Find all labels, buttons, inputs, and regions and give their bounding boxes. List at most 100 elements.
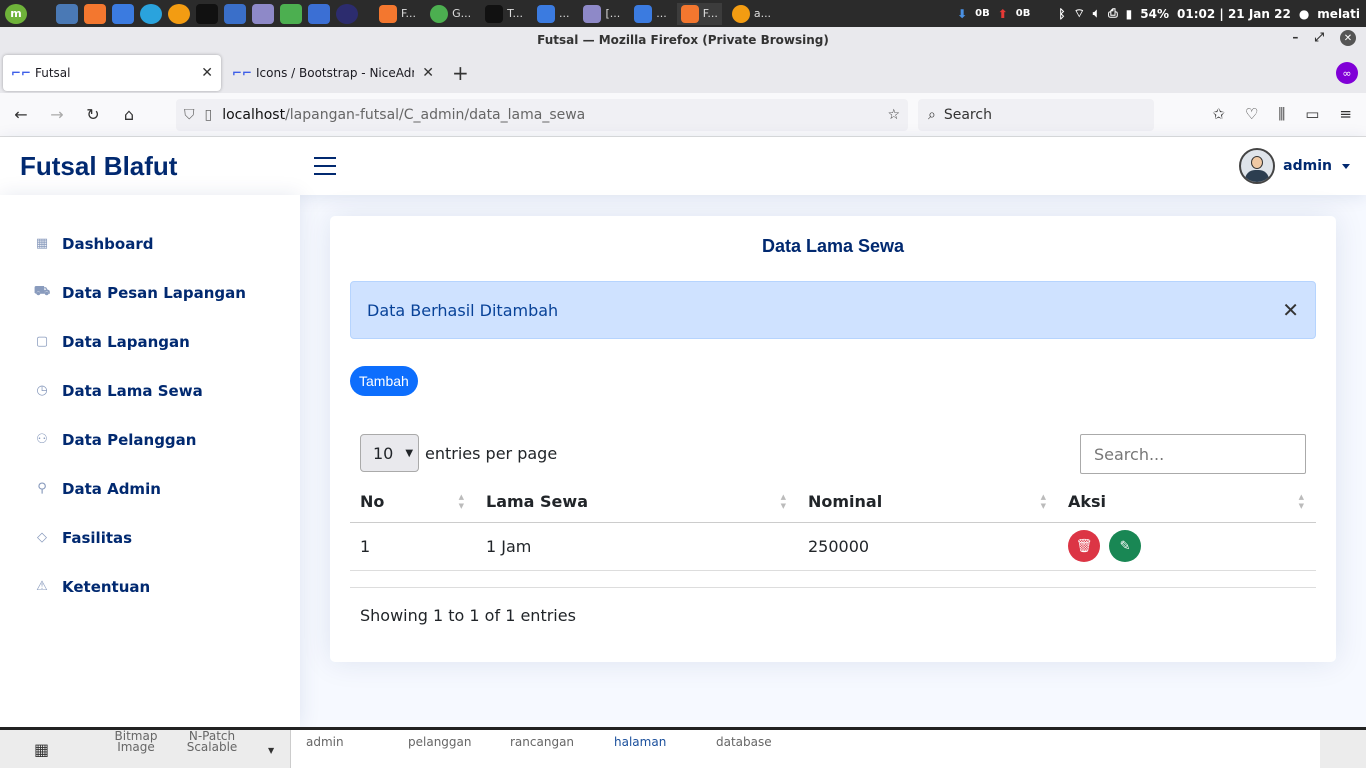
- close-window-icon[interactable]: ✕: [1340, 30, 1356, 46]
- back-icon[interactable]: ←: [6, 105, 36, 124]
- minimize-icon[interactable]: –: [1292, 30, 1298, 46]
- library-icon[interactable]: ⫼: [1278, 105, 1285, 123]
- edit-button[interactable]: ✎: [1109, 530, 1142, 562]
- bluetooth-icon[interactable]: ᛒ: [1058, 7, 1065, 21]
- forward-icon[interactable]: →: [42, 105, 72, 124]
- net-up-value: 0B: [1015, 8, 1031, 19]
- calculator-icon[interactable]: [280, 3, 302, 24]
- delete-button[interactable]: 🗑︎: [1068, 530, 1100, 562]
- restore-icon[interactable]: ⤢: [1314, 30, 1324, 46]
- camera-icon[interactable]: [224, 3, 246, 24]
- sidebar-item-fasilitas[interactable]: ◇ Fasilitas: [0, 513, 300, 562]
- table-search-input[interactable]: Search...: [1080, 434, 1306, 474]
- add-button[interactable]: Tambah: [350, 366, 418, 396]
- column-header-no[interactable]: No ▲ ▼: [350, 482, 476, 523]
- sidebar-item-data-pelanggan[interactable]: ⚇ Data Pelanggan: [0, 415, 300, 464]
- search-icon: ⌕: [928, 107, 936, 123]
- tasks-icon[interactable]: [308, 3, 330, 24]
- npatch-label: N-Patch Scalable: [186, 729, 238, 754]
- url-host: localhost: [222, 107, 286, 123]
- navigation-toolbar: ← → ↻ ⌂ ⛉ ▯ localhost/lapangan-futsal/C_…: [0, 93, 1366, 137]
- tab-close-icon[interactable]: ✕: [422, 65, 434, 81]
- url-path: /lapangan-futsal/C_admin/data_lama_sewa: [285, 107, 586, 123]
- taskbar-task[interactable]: F...: [375, 3, 420, 25]
- sidebar-item-data-lapangan[interactable]: ▢ Data Lapangan: [0, 317, 300, 366]
- volume-icon[interactable]: 🔈︎: [1093, 6, 1100, 21]
- sidebar-item-label: Data Pesan Lapangan: [62, 283, 246, 302]
- column-header-nominal[interactable]: Nominal ▲ ▼: [798, 482, 1058, 523]
- per-page-value: 10: [373, 443, 394, 463]
- toggle-sidebar-icon[interactable]: [314, 157, 336, 181]
- background-item: pelanggan: [408, 735, 472, 749]
- table-divider: [350, 587, 1316, 588]
- brand-logo[interactable]: Futsal Blafut: [20, 151, 177, 182]
- download-arrow-icon: ⬇: [957, 6, 968, 21]
- firefox-launcher-icon[interactable]: [84, 3, 106, 24]
- bookmark-star-icon[interactable]: ☆: [887, 107, 900, 123]
- sort-icon: ▲ ▼: [458, 493, 464, 510]
- cell-lama-sewa: 1 Jam: [476, 522, 798, 571]
- background-app-panel: admin pelanggan rancangan halaman databa…: [290, 730, 1320, 768]
- window-title: Futsal — Mozilla Firefox (Private Browsi…: [537, 33, 829, 47]
- text-editor-icon[interactable]: [252, 3, 274, 24]
- sidebar-toggle-icon[interactable]: ▭: [1305, 105, 1319, 123]
- os-user[interactable]: melati: [1317, 7, 1360, 21]
- chevron-down-icon[interactable]: [1342, 163, 1350, 169]
- taskbar-task[interactable]: G...: [426, 3, 475, 25]
- mint-menu-icon[interactable]: m: [5, 3, 27, 24]
- sidebar-item-label: Data Pelanggan: [62, 430, 197, 449]
- per-page-select[interactable]: 10 ▼: [360, 434, 419, 472]
- user-icon: ●: [1298, 6, 1310, 21]
- extensions-icon[interactable]: ✩: [1212, 105, 1225, 123]
- column-header-lama-sewa[interactable]: Lama Sewa ▲ ▼: [476, 482, 798, 523]
- battery-icon[interactable]: ▮: [1126, 7, 1133, 21]
- eclipse-icon[interactable]: [336, 3, 358, 24]
- taskbar-task[interactable]: a...: [728, 3, 775, 25]
- sidebar-item-ketentuan[interactable]: ⚠ Ketentuan: [0, 562, 300, 611]
- table-search-placeholder: Search...: [1094, 444, 1165, 464]
- person-icon: ⚲: [37, 481, 47, 496]
- url-bar[interactable]: ⛉ ▯ localhost/lapangan-futsal/C_admin/da…: [176, 99, 908, 131]
- taskbar-task[interactable]: F...: [676, 2, 722, 25]
- background-app-strip: ▦ Bitmap Image N-Patch Scalable ▼ admin …: [0, 727, 1366, 768]
- tab-close-icon[interactable]: ✕: [201, 65, 213, 81]
- column-header-aksi[interactable]: Aksi ▲ ▼: [1058, 482, 1316, 523]
- shield-icon[interactable]: ⛉: [184, 107, 195, 123]
- sidebar-item-data-pesan-lapangan[interactable]: ⛟ Data Pesan Lapangan: [0, 268, 300, 317]
- tab-icons-bootstrap[interactable]: ⌐⌐ Icons / Bootstrap - NiceAdm ✕: [224, 55, 442, 91]
- clock[interactable]: 01:02 | 21 Jan 22: [1177, 7, 1291, 21]
- browser-search-box[interactable]: ⌕ Search: [918, 99, 1154, 131]
- taskbar-task[interactable]: [...: [579, 3, 624, 25]
- bitmap-image-label: Bitmap Image: [114, 729, 158, 754]
- reload-icon[interactable]: ↻: [78, 105, 108, 124]
- home-icon[interactable]: ⌂: [114, 105, 144, 124]
- taskbar-task[interactable]: T...: [481, 3, 527, 25]
- sidebar-item-label: Ketentuan: [62, 577, 151, 596]
- dropdown-arrow-icon[interactable]: ▼: [268, 746, 274, 755]
- new-tab-icon[interactable]: +: [452, 61, 469, 85]
- document-icon[interactable]: [112, 3, 134, 24]
- sidebar-item-data-admin[interactable]: ⚲ Data Admin: [0, 464, 300, 513]
- close-icon[interactable]: ✕: [1282, 298, 1299, 322]
- table-header-row: No ▲ ▼ Lama Sewa ▲ ▼ Nominal ▲ ▼ Aksi ▲ ▼: [350, 482, 1316, 523]
- grid-icon[interactable]: ▦: [34, 740, 49, 759]
- telegram-icon[interactable]: [140, 3, 162, 24]
- sidebar-item-label: Data Lama Sewa: [62, 381, 203, 400]
- wifi-icon[interactable]: ⌔: [1074, 6, 1085, 21]
- avatar[interactable]: [1239, 148, 1276, 184]
- sidebar-item-dashboard[interactable]: ▦ Dashboard: [0, 219, 300, 268]
- content-card: Data Lama Sewa Data Berhasil Ditambah ✕ …: [330, 216, 1336, 662]
- taskbar-task[interactable]: ...: [533, 3, 574, 25]
- files-icon[interactable]: [56, 3, 78, 24]
- menu-icon[interactable]: ≡: [1339, 105, 1352, 123]
- postman-icon[interactable]: [168, 3, 190, 24]
- battery-value: 54%: [1140, 6, 1170, 21]
- pocket-icon[interactable]: ♡: [1245, 105, 1258, 123]
- terminal-icon[interactable]: [196, 3, 218, 24]
- tab-futsal[interactable]: ⌐⌐ Futsal ✕: [3, 55, 221, 91]
- profile-name[interactable]: admin: [1283, 158, 1332, 174]
- sidebar-item-data-lama-sewa[interactable]: ◷ Data Lama Sewa: [0, 366, 300, 415]
- taskbar-task[interactable]: ...: [630, 3, 671, 25]
- printer-icon[interactable]: ⎙: [1108, 6, 1118, 21]
- profile-dropdown[interactable]: admin: [1239, 148, 1350, 184]
